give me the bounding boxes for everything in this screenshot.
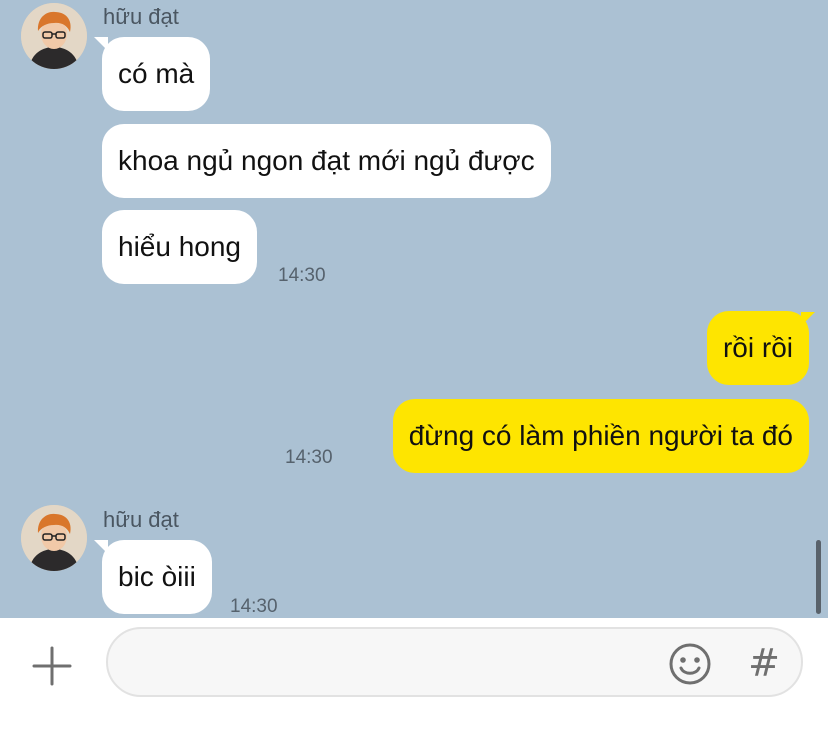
message-timestamp: 14:30 <box>230 596 278 617</box>
message-input[interactable] <box>132 643 656 685</box>
chat-screen: hữu đạt có mà khoa ngủ ngon đạt mới ngủ … <box>0 0 828 739</box>
hashtag-button[interactable]: # <box>744 639 784 687</box>
message-bubble[interactable]: rồi rồi <box>706 311 809 385</box>
message-bubble[interactable]: hiểu hong <box>102 210 258 284</box>
message-input-container[interactable]: # <box>106 627 803 697</box>
composer-bar: # <box>0 618 828 739</box>
message-timestamp: 14:30 <box>278 265 326 286</box>
message-bubble[interactable]: khoa ngủ ngon đạt mới ngủ được <box>102 124 551 198</box>
plus-icon[interactable] <box>26 640 78 692</box>
message-bubble[interactable]: bic òiii <box>102 540 212 614</box>
avatar-image <box>21 3 87 69</box>
message-bubble[interactable]: đừng có làm phiền người ta đó <box>392 399 809 473</box>
sender-avatar[interactable] <box>21 3 87 69</box>
chat-messages-area[interactable]: hữu đạt có mà khoa ngủ ngon đạt mới ngủ … <box>0 0 828 618</box>
avatar-image <box>21 505 87 571</box>
sender-name: hữu đạt <box>103 507 179 532</box>
sender-name: hữu đạt <box>103 4 179 29</box>
message-timestamp: 14:30 <box>285 447 333 468</box>
chat-scrollbar[interactable] <box>816 540 821 614</box>
emoji-icon[interactable] <box>668 642 712 686</box>
sender-avatar[interactable] <box>21 505 87 571</box>
message-bubble[interactable]: có mà <box>102 37 211 111</box>
